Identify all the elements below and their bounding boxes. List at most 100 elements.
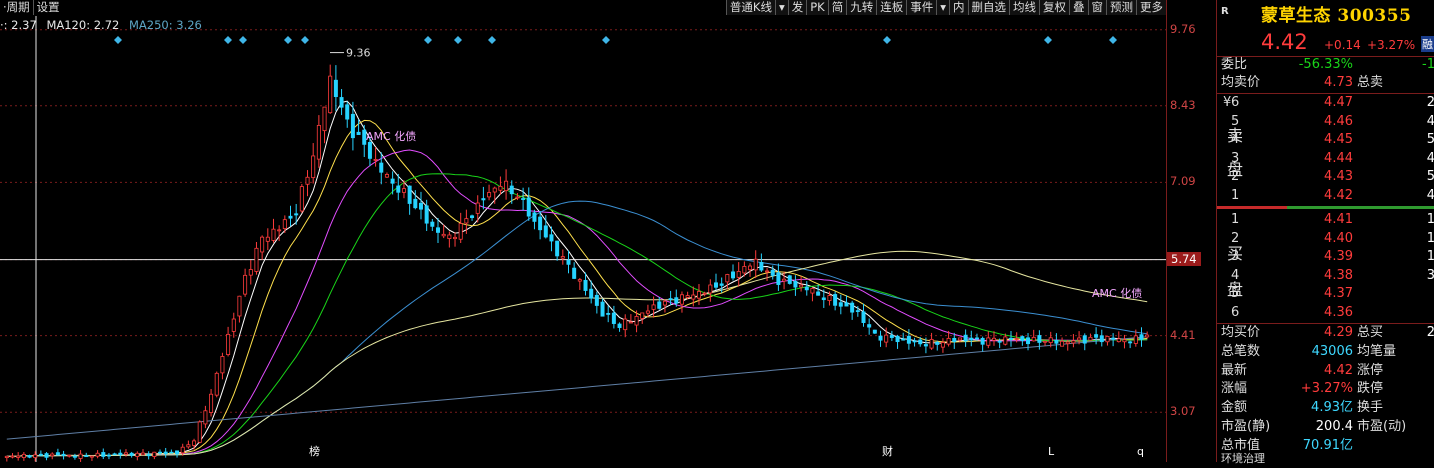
toolbar-item-15[interactable]: 预测: [1106, 0, 1136, 15]
candle-body: [67, 454, 72, 457]
ask-row[interactable]: 1 4.42 4: [1221, 187, 1434, 205]
toolbar-item-7[interactable]: 事件: [906, 0, 937, 15]
candle-body: [140, 452, 145, 456]
candle-body: [220, 356, 225, 374]
candle-body: [776, 272, 781, 285]
stat-label: 市盈(静): [1221, 418, 1271, 434]
candle-body: [27, 455, 32, 458]
candle-body: [356, 131, 361, 135]
bid-price: 4.41: [1324, 212, 1353, 227]
total-buy-label: 总买: [1357, 325, 1384, 340]
ask-row[interactable]: 2 4.43 5: [1221, 168, 1434, 186]
bid-row[interactable]: 3 4.39 1: [1221, 248, 1434, 266]
candle-body: [889, 335, 894, 338]
ask-row[interactable]: 5 4.46 4: [1221, 113, 1434, 131]
stat-value: 43006: [1311, 344, 1353, 359]
candle-body: [770, 269, 775, 276]
candle-body: [634, 316, 639, 326]
ma-value-1: ·: 2.37: [0, 18, 37, 32]
candle-body: [997, 340, 1002, 343]
avg-buy-row: 均买价 4.29 总买 2: [1221, 324, 1434, 342]
toolbar-item-2[interactable]: 发: [787, 0, 807, 15]
kline-chart-area[interactable]: 9.36 AMC 化债 AMC 化债榜财 Lq ·周期 设置 普通K线 ▾ 发 PK 简九转连…: [0, 0, 1166, 462]
candle-body: [736, 271, 741, 278]
quote-panel: R 蒙草生态 300355 4.42 +0.14 +3.27% 融 委比 -56…: [1216, 0, 1434, 465]
bid-row[interactable]: 2 4.40 1: [1221, 230, 1434, 248]
stock-title[interactable]: 蒙草生态 300355: [1261, 1, 1411, 26]
ask-price: 4.46: [1324, 113, 1353, 129]
candle-body: [804, 286, 809, 291]
event-diamond: [224, 36, 232, 44]
toolbar-item-16[interactable]: 更多: [1136, 0, 1166, 15]
bid-row[interactable]: 4 4.38 3: [1221, 267, 1434, 285]
avg-buy-label: 均买价: [1221, 325, 1261, 340]
margin-tag: 融: [1421, 36, 1434, 52]
price-tick-0: 9.76: [1170, 21, 1196, 36]
candle-body: [974, 337, 979, 340]
ask-volume: 4: [1426, 150, 1434, 166]
toolbar-item-1[interactable]: ▾: [774, 0, 788, 15]
candle-body: [322, 106, 327, 132]
candle-body: [782, 278, 787, 282]
candle-body: [867, 324, 872, 328]
candle-body: [628, 321, 633, 324]
candle-body: [674, 297, 679, 304]
event-diamond: [1109, 36, 1117, 44]
candle-body: [152, 451, 157, 457]
stock-code: 300355: [1337, 6, 1412, 26]
candle-body: [906, 335, 911, 344]
ask-price: 4.44: [1324, 150, 1353, 166]
candle-body: [946, 337, 951, 345]
bid-price: 4.38: [1324, 267, 1353, 283]
candle-body: [861, 311, 866, 323]
candle-body: [532, 212, 537, 222]
candle-body: [623, 318, 628, 331]
event-diamond: [1044, 36, 1052, 44]
toolbar-item-0[interactable]: 普通K线: [725, 0, 775, 15]
ask-row[interactable]: 3 4.44 4: [1221, 150, 1434, 168]
ask-row[interactable]: 4 4.45 5: [1221, 131, 1434, 149]
candle-body: [118, 452, 123, 456]
buy-side-char-2: 盘: [1227, 280, 1244, 299]
toolbar-item-13[interactable]: 叠: [1069, 0, 1088, 15]
candle-body: [753, 258, 758, 271]
toolbar-item-5[interactable]: 九转: [846, 0, 877, 15]
kline-chart[interactable]: 9.36 AMC 化债 AMC 化债榜 财 Lq: [0, 0, 1166, 462]
bid-row[interactable]: 1 4.41 1: [1221, 211, 1434, 229]
candle-body: [248, 269, 253, 276]
toolbar-item-4[interactable]: 简: [827, 0, 847, 15]
bid-row[interactable]: 5 4.37: [1221, 285, 1434, 303]
toolbar-item-10[interactable]: 删自选: [967, 0, 1009, 15]
weibi-row: 委比 -56.33% -1: [1221, 56, 1434, 74]
candle-body: [509, 185, 514, 195]
toolbar-item-14[interactable]: 窗: [1087, 0, 1106, 15]
toolbar-item-3[interactable]: PK: [806, 0, 828, 15]
ask-row[interactable]: 6 4.47 2: [1221, 94, 1434, 112]
toolbar-item-12[interactable]: 复权: [1039, 0, 1069, 15]
stat-label-right: 均笔量: [1357, 344, 1397, 359]
high-marker-label: 9.36: [346, 47, 371, 60]
bid-price: 4.39: [1324, 249, 1353, 264]
stat-value: 4.42: [1324, 362, 1353, 378]
candle-body: [367, 142, 372, 159]
settings-button[interactable]: 设置: [32, 0, 63, 15]
candle-body: [748, 265, 753, 271]
candle-body: [952, 337, 957, 342]
toolbar-item-8[interactable]: ▾: [936, 0, 949, 15]
bid-row[interactable]: 6 4.36: [1221, 304, 1434, 322]
candle-body: [316, 124, 321, 160]
stat-label-right: 换手: [1357, 400, 1384, 416]
candle-body: [1065, 341, 1070, 345]
period-button[interactable]: ·周期: [0, 0, 33, 15]
toolbar-item-6[interactable]: 连板: [876, 0, 907, 15]
candle-body: [1048, 337, 1053, 344]
candle-body: [299, 186, 304, 212]
candle-body: [333, 79, 338, 98]
candle-body: [384, 174, 389, 178]
ask-level: 1: [1231, 187, 1240, 203]
candle-body: [345, 104, 350, 120]
weibi-value: -56.33%: [1298, 57, 1353, 72]
toolbar-item-11[interactable]: 均线: [1009, 0, 1039, 15]
toolbar-item-9[interactable]: 内: [949, 0, 968, 15]
bid-price: 4.40: [1324, 230, 1353, 246]
